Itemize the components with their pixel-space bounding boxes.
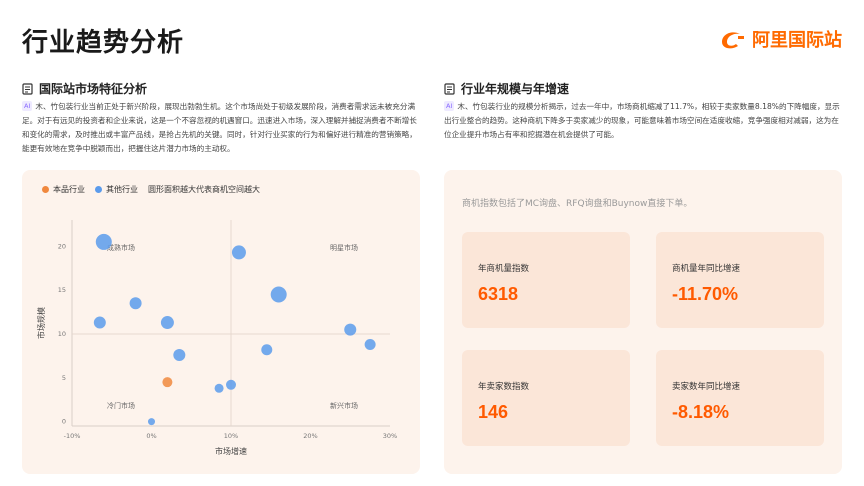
x-tick-label: 30% — [383, 432, 397, 440]
x-tick-label: -10% — [64, 432, 81, 440]
y-tick-label: 0 — [62, 418, 66, 426]
stat-box-opportunity-index: 年商机量指数 6318 — [462, 232, 630, 328]
legend-dot-orange — [42, 186, 49, 193]
x-tick-label: 10% — [224, 432, 238, 440]
y-axis-label: 市场规模 — [36, 307, 46, 339]
stat-label: 卖家数年同比增速 — [672, 382, 741, 392]
left-section-heading: 国际站市场特征分析 — [22, 80, 147, 97]
legend-item-own-industry: 本品行业 — [42, 184, 85, 195]
data-point-other-industry — [364, 338, 376, 350]
data-point-other-industry — [93, 316, 106, 329]
data-point-other-industry — [173, 348, 186, 361]
y-tick-label: 20 — [58, 242, 66, 250]
alibaba-logo-icon — [722, 32, 744, 49]
stat-box-seller-growth: 卖家数年同比增速 -8.18% — [656, 350, 824, 446]
section-title: 行业年规模与年增速 — [461, 82, 570, 96]
data-point-other-industry — [148, 418, 155, 426]
data-point-own-industry — [162, 377, 173, 388]
ai-badge: AI — [22, 101, 33, 111]
stat-value: -8.18% — [672, 402, 730, 422]
x-tick-label: 0% — [146, 432, 156, 440]
legend-label: 其他行业 — [106, 185, 138, 194]
stat-value: -11.70% — [672, 284, 739, 304]
brand-logo: 阿里国际站 — [718, 26, 842, 52]
y-tick-label: 15 — [58, 286, 66, 294]
stat-box-opportunity-growth: 商机量年同比增速 -11.70% — [656, 232, 824, 328]
y-tick-label: 10 — [58, 330, 66, 338]
stat-value: 146 — [478, 402, 509, 422]
y-tick-label: 5 — [62, 374, 66, 382]
stat-value: 6318 — [478, 284, 519, 304]
stat-label: 年卖家数指数 — [478, 382, 530, 392]
stat-label: 年商机量指数 — [478, 264, 530, 274]
left-description: AI 木、竹包装行业当前正处于新兴阶段，展现出勃勃生机。这个市场尚处于初级发展阶段… — [22, 100, 422, 156]
data-point-other-industry — [226, 379, 236, 390]
stats-card: 商机指数包括了MC询盘、RFQ询盘和Buynow直接下单。 年商机量指数 631… — [444, 170, 842, 474]
document-icon — [22, 82, 33, 95]
data-point-other-industry — [344, 323, 357, 336]
page-title: 行业趋势分析 — [22, 28, 185, 58]
legend-item-other-industry: 其他行业 — [95, 184, 138, 195]
ai-badge: AI — [444, 101, 455, 111]
right-description: AI 木、竹包装行业的规模分析揭示，过去一年中，市场商机缩减了11.7%，相较于卖… — [444, 100, 844, 142]
x-axis-label: 市场增速 — [215, 446, 247, 456]
data-point-other-industry — [160, 316, 174, 330]
data-point-other-industry — [129, 297, 142, 310]
quadrant-label-cold: 冷门市场 — [107, 401, 135, 410]
chart-legend: 本品行业 其他行业 圆形面积越大代表商机空间越大 — [42, 184, 260, 195]
section-title: 国际站市场特征分析 — [39, 82, 148, 96]
legend-note-text: 圆形面积越大代表商机空间越大 — [148, 185, 260, 194]
scatter-chart-card: -10% 0% 10% 20% 30% 0 5 10 15 20 市场增速 市场规模 成熟市场 明星市场冷… — [22, 170, 420, 474]
data-point-other-industry — [270, 286, 287, 303]
right-paragraph-text: 木、竹包装行业的规模分析揭示，过去一年中，市场商机缩减了11.7%，相较于卖家数… — [444, 102, 840, 139]
data-point-other-industry — [214, 383, 224, 393]
data-point-other-industry — [261, 344, 273, 356]
right-section-heading: 行业年规模与年增速 — [444, 80, 569, 97]
quadrant-label-emerging: 新兴市场 — [330, 401, 358, 410]
data-point-other-industry — [231, 245, 246, 260]
left-paragraph-text: 木、竹包装行业当前正处于新兴阶段，展现出勃勃生机。这个市场尚处于初级发展阶段，消… — [22, 102, 417, 153]
quadrant-label-star: 明星市场 — [330, 243, 358, 252]
scatter-chart: -10% 0% 10% 20% 30%05101520市场增速市场规模成熟市场 明星市场冷… — [36, 220, 397, 456]
logo-text: 阿里国际站 — [752, 30, 842, 51]
stats-note: 商机指数包括了MC询盘、RFQ询盘和Buynow直接下单。 — [462, 199, 693, 209]
legend-dot-blue — [95, 186, 102, 193]
x-tick-label: 20% — [303, 432, 317, 440]
legend-note: 圆形面积越大代表商机空间越大 — [148, 184, 260, 195]
stat-box-seller-index: 年卖家数指数 146 — [462, 350, 630, 446]
legend-label: 本品行业 — [53, 185, 85, 194]
stat-label: 商机量年同比增速 — [672, 264, 741, 274]
data-point-other-industry — [95, 233, 112, 250]
document-icon — [444, 82, 455, 95]
